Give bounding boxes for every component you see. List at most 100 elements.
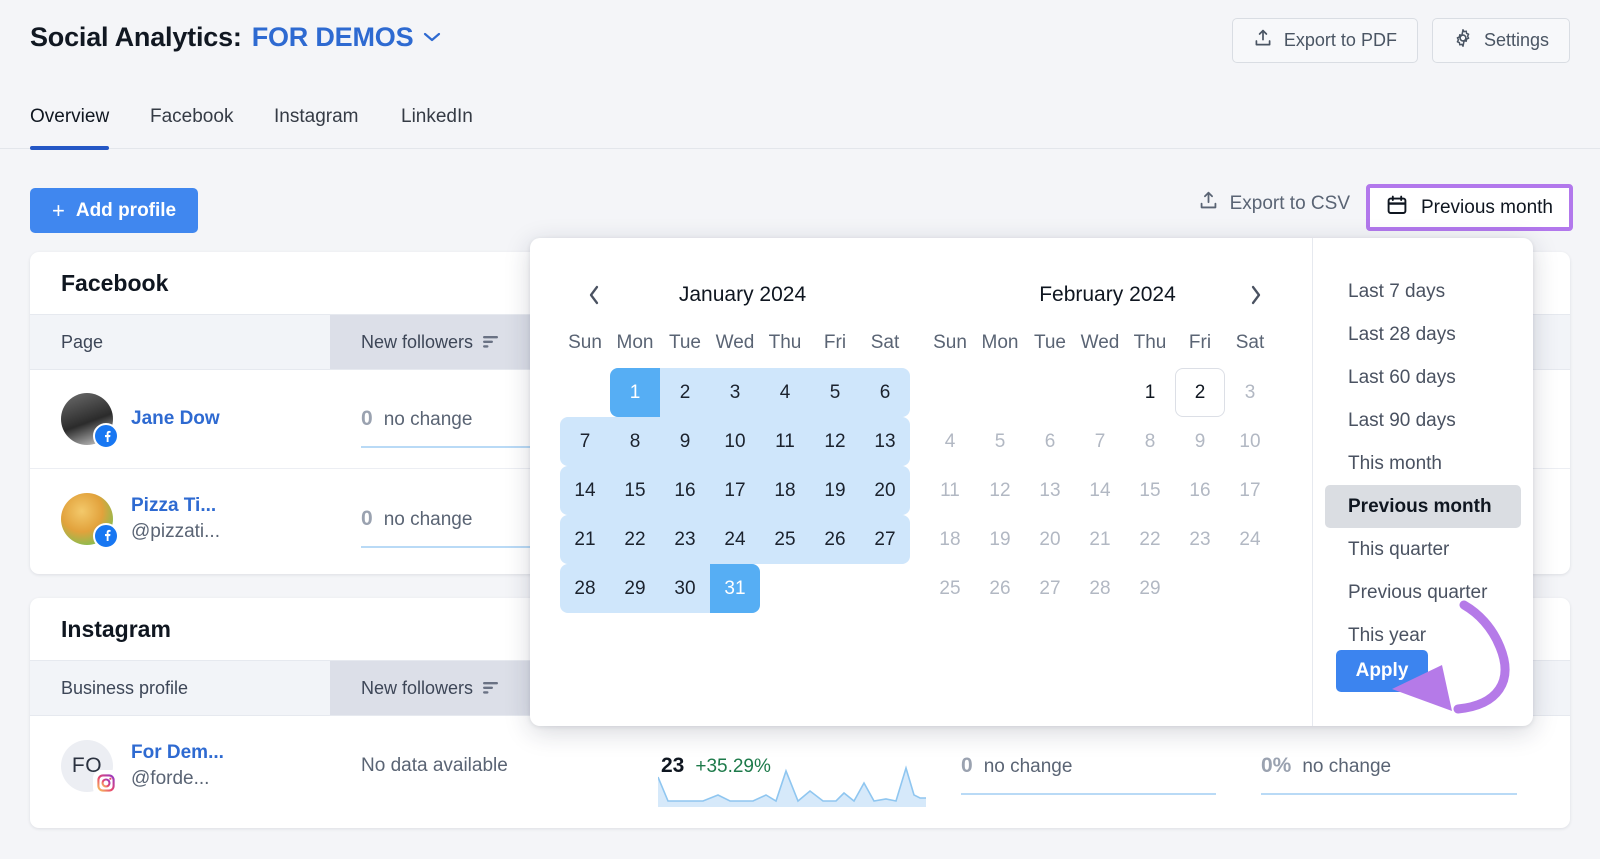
calendar-day-6[interactable]: 6 xyxy=(1025,417,1075,466)
calendar-day-24[interactable]: 24 xyxy=(1225,515,1275,564)
calendar-day-19[interactable]: 19 xyxy=(810,466,860,515)
calendar-day-12[interactable]: 12 xyxy=(975,466,1025,515)
calendar-day-1[interactable]: 1 xyxy=(1125,368,1175,417)
profile-cell: Pizza Ti... @pizzati... xyxy=(30,469,330,568)
project-selector[interactable]: FOR DEMOS xyxy=(252,22,414,53)
profile-name[interactable]: Jane Dow xyxy=(131,406,220,432)
tab-facebook[interactable]: Facebook xyxy=(150,104,233,149)
calendar-day-11[interactable]: 11 xyxy=(760,417,810,466)
column-header-page[interactable]: Page xyxy=(30,315,330,369)
weekday-fri: Fri xyxy=(1188,332,1212,353)
calendar-day-29[interactable]: 29 xyxy=(1125,564,1175,613)
chevron-down-icon[interactable] xyxy=(423,31,441,43)
calendar-day-25[interactable]: 25 xyxy=(760,515,810,564)
calendar-day-13[interactable]: 13 xyxy=(1025,466,1075,515)
calendar-day-29[interactable]: 29 xyxy=(610,564,660,613)
calendar-day-9[interactable]: 9 xyxy=(660,417,710,466)
calendar-day-22[interactable]: 22 xyxy=(1125,515,1175,564)
page-title-prefix: Social Analytics: xyxy=(30,22,242,52)
preset-previous-month[interactable]: Previous month xyxy=(1325,485,1521,528)
calendar-day-7[interactable]: 7 xyxy=(560,417,610,466)
calendar-day-24[interactable]: 24 xyxy=(710,515,760,564)
tab-facebook-label: Facebook xyxy=(150,106,234,127)
calendar-day-3[interactable]: 3 xyxy=(1225,368,1275,417)
calendar-day-5[interactable]: 5 xyxy=(810,368,860,417)
preset-last-28-days[interactable]: Last 28 days xyxy=(1325,313,1521,356)
calendar-day-4[interactable]: 4 xyxy=(760,368,810,417)
calendar-day-21[interactable]: 21 xyxy=(1075,515,1125,564)
calendar-day-22[interactable]: 22 xyxy=(610,515,660,564)
add-profile-button[interactable]: + Add profile xyxy=(30,188,199,233)
calendar-day-13[interactable]: 13 xyxy=(860,417,910,466)
calendar-day-7[interactable]: 7 xyxy=(1075,417,1125,466)
export-to-pdf-button[interactable]: Export to PDF xyxy=(1231,18,1418,63)
calendar-january-title: January 2024 xyxy=(678,283,807,306)
calendar-day-4[interactable]: 4 xyxy=(925,417,975,466)
sparkline-chart xyxy=(658,765,926,807)
date-range-button[interactable]: Previous month xyxy=(1365,184,1573,231)
calendar-day-23[interactable]: 23 xyxy=(660,515,710,564)
preset-last-60-days[interactable]: Last 60 days xyxy=(1325,356,1521,399)
calendar-day-18[interactable]: 18 xyxy=(760,466,810,515)
settings-button[interactable]: Settings xyxy=(1431,18,1570,63)
calendar-day-28[interactable]: 28 xyxy=(1075,564,1125,613)
calendar-day-8[interactable]: 8 xyxy=(1125,417,1175,466)
profile-name[interactable]: Pizza Ti... xyxy=(131,493,220,519)
calendar-day-2[interactable]: 2 xyxy=(1175,368,1225,417)
calendar-week-row: 123456 xyxy=(560,368,925,417)
calendar-day-27[interactable]: 27 xyxy=(860,515,910,564)
calendar-day-5[interactable]: 5 xyxy=(975,417,1025,466)
calendar-day-2[interactable]: 2 xyxy=(660,368,710,417)
tab-instagram[interactable]: Instagram xyxy=(274,104,358,149)
calendar-day-19[interactable]: 19 xyxy=(975,515,1025,564)
calendar-day-23[interactable]: 23 xyxy=(1175,515,1225,564)
calendar-day-16[interactable]: 16 xyxy=(1175,466,1225,515)
preset-last-7-days[interactable]: Last 7 days xyxy=(1325,270,1521,313)
calendar-day-3[interactable]: 3 xyxy=(710,368,760,417)
calendar-day-28[interactable]: 28 xyxy=(560,564,610,613)
facebook-icon xyxy=(93,423,119,449)
calendar-day-17[interactable]: 17 xyxy=(710,466,760,515)
column-header-business-profile[interactable]: Business profile xyxy=(30,661,330,715)
apply-button[interactable]: Apply xyxy=(1336,650,1428,692)
chevron-right-icon[interactable] xyxy=(1240,279,1272,311)
calendar-day-20[interactable]: 20 xyxy=(860,466,910,515)
column-header-page-label: Page xyxy=(61,331,104,352)
calendar-day-6[interactable]: 6 xyxy=(860,368,910,417)
calendar-day-9[interactable]: 9 xyxy=(1175,417,1225,466)
calendar-day-20[interactable]: 20 xyxy=(1025,515,1075,564)
preset-previous-quarter[interactable]: Previous quarter xyxy=(1325,571,1521,614)
metric-engagements: 23 +35.29% xyxy=(630,716,930,815)
preset-this-quarter[interactable]: This quarter xyxy=(1325,528,1521,571)
calendar-day-14[interactable]: 14 xyxy=(560,466,610,515)
calendar-day-16[interactable]: 16 xyxy=(660,466,710,515)
calendar-day-18[interactable]: 18 xyxy=(925,515,975,564)
calendar-day-12[interactable]: 12 xyxy=(810,417,860,466)
tab-linkedin[interactable]: LinkedIn xyxy=(401,104,473,149)
calendar-day-10[interactable]: 10 xyxy=(710,417,760,466)
calendar-day-15[interactable]: 15 xyxy=(1125,466,1175,515)
chevron-left-icon[interactable] xyxy=(578,279,610,311)
calendar-day-26[interactable]: 26 xyxy=(975,564,1025,613)
profile-name[interactable]: For Dem... xyxy=(131,740,224,766)
calendar-day-21[interactable]: 21 xyxy=(560,515,610,564)
preset-last-90-days[interactable]: Last 90 days xyxy=(1325,399,1521,442)
calendar-day-14[interactable]: 14 xyxy=(1075,466,1125,515)
export-to-csv-button[interactable]: Export to CSV xyxy=(1198,190,1350,217)
calendar-day-1[interactable]: 1 xyxy=(610,368,660,417)
tab-overview[interactable]: Overview xyxy=(30,104,110,150)
calendar-week-row: 21 22 23 24 25 26 27 xyxy=(560,515,925,564)
weekday-mon: Mon xyxy=(616,332,654,353)
calendar-day-8[interactable]: 8 xyxy=(610,417,660,466)
calendar-day-17[interactable]: 17 xyxy=(1225,466,1275,515)
calendar-day-15[interactable]: 15 xyxy=(610,466,660,515)
calendar-day-27[interactable]: 27 xyxy=(1025,564,1075,613)
calendar-day-30[interactable]: 30 xyxy=(660,564,710,613)
preset-this-month[interactable]: This month xyxy=(1325,442,1521,485)
calendar-day-31[interactable]: 31 xyxy=(710,564,760,613)
calendar-day-25[interactable]: 25 xyxy=(925,564,975,613)
calendar-day-26[interactable]: 26 xyxy=(810,515,860,564)
calendar-day-11[interactable]: 11 xyxy=(925,466,975,515)
table-row[interactable]: FO For Dem... @forde... No data availabl… xyxy=(30,716,1570,815)
calendar-day-10[interactable]: 10 xyxy=(1225,417,1275,466)
